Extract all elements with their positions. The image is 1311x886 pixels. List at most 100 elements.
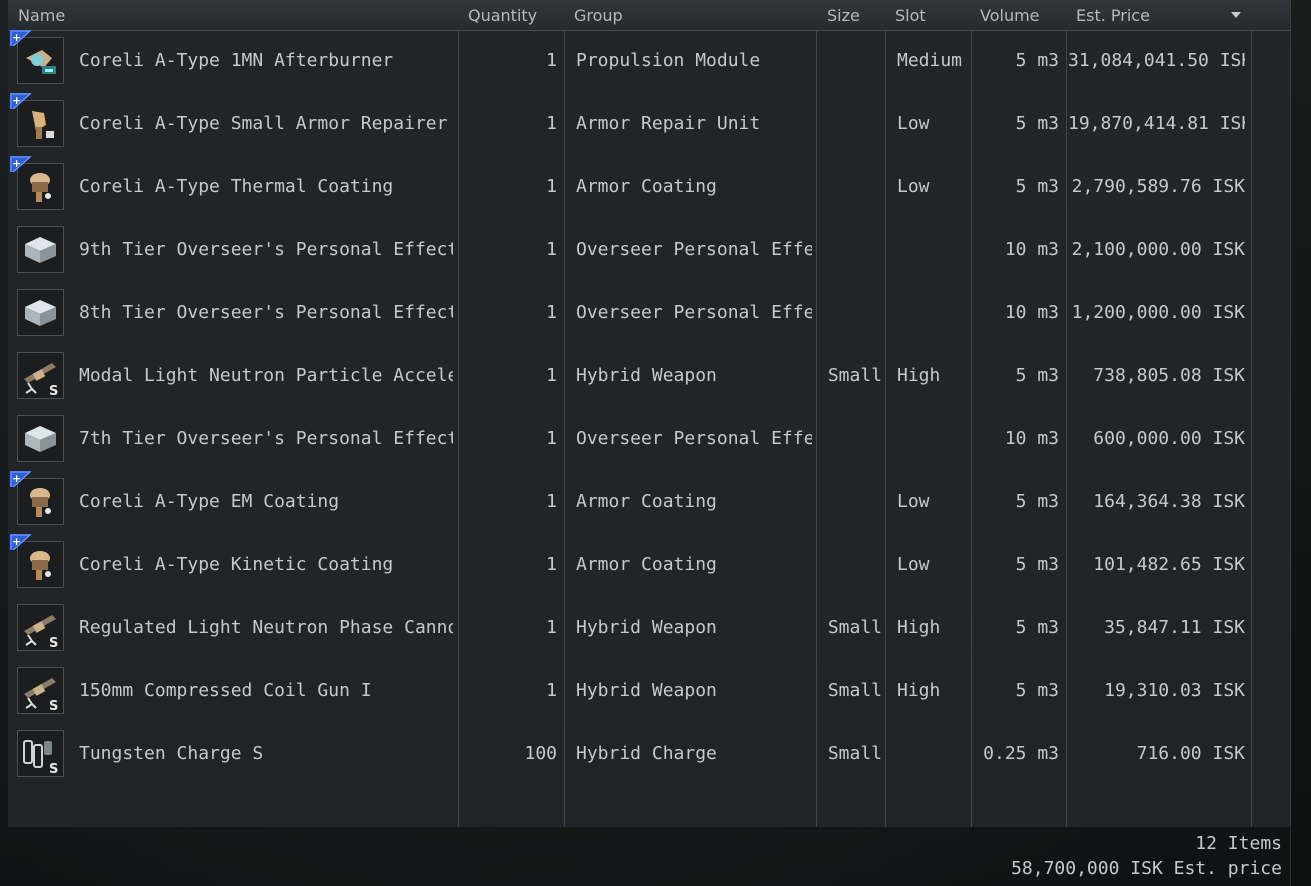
total-est-price: 58,700,000 ISK Est. price — [1011, 858, 1282, 879]
item-size — [820, 29, 882, 92]
item-group: Hybrid Weapon — [576, 680, 717, 701]
item-slot: High — [897, 365, 941, 386]
item-slot: High — [897, 617, 941, 638]
table-row[interactable]: 7th Tier Overseer's Personal Effects 1 Ove… — [8, 407, 1290, 470]
item-name: Coreli A-Type Kinetic Coating — [79, 554, 394, 575]
item-quantity: 1 — [546, 50, 557, 71]
item-volume: 10 m3 — [1004, 239, 1059, 260]
item-slot — [897, 218, 969, 281]
item-volume: 5 m3 — [1015, 50, 1059, 71]
item-name: 9th Tier Overseer's Personal Effects — [79, 239, 453, 260]
column-header-group[interactable]: Group — [574, 0, 623, 30]
item-group: Armor Coating — [576, 491, 717, 512]
item-name: Coreli A-Type EM Coating — [79, 491, 340, 512]
item-group: Armor Coating — [576, 554, 717, 575]
item-group: Armor Coating — [576, 176, 717, 197]
personal-effects-box-icon — [17, 226, 64, 273]
table-header: Name Quantity Group Size Slot Volume Est… — [8, 0, 1290, 31]
svg-text:S: S — [49, 384, 58, 398]
item-volume: 10 m3 — [1004, 428, 1059, 449]
item-group: Armor Repair Unit — [576, 113, 761, 134]
table-row[interactable]: + Coreli A-Type Small Armor Repairer 1 Armo… — [8, 92, 1290, 155]
svg-text:S: S — [49, 699, 58, 713]
svg-text:+: + — [12, 472, 21, 485]
item-slot: Medium — [897, 50, 963, 71]
item-volume: 5 m3 — [1015, 680, 1059, 701]
column-header-quantity[interactable]: Quantity — [468, 0, 537, 30]
item-est-price: 738,805.08 ISK — [1093, 365, 1245, 386]
table-row[interactable]: + Coreli A-Type EM Coating 1 Armor Coating L… — [8, 470, 1290, 533]
item-quantity: 1 — [546, 491, 557, 512]
item-size — [820, 470, 882, 533]
item-volume: 5 m3 — [1015, 365, 1059, 386]
item-size — [820, 533, 882, 596]
meta-level-badge-icon: + — [10, 93, 34, 113]
item-est-price: 35,847.11 ISK — [1104, 617, 1245, 638]
item-group: Hybrid Weapon — [576, 617, 717, 638]
column-header-name[interactable]: Name — [18, 0, 65, 30]
item-name: Coreli A-Type 1MN Afterburner — [79, 50, 394, 71]
table-row[interactable]: S Modal Light Neutron Particle Accelerato… — [8, 344, 1290, 407]
table-row[interactable]: S Tungsten Charge S 100 Hybrid Charge Small 0… — [8, 722, 1290, 785]
item-list-table: Name Quantity Group Size Slot Volume Est… — [8, 0, 1291, 827]
item-quantity: 1 — [546, 113, 557, 134]
item-volume: 5 m3 — [1015, 113, 1059, 134]
table-row[interactable]: 8th Tier Overseer's Personal Effects 1 Ove… — [8, 281, 1290, 344]
item-size: Small — [827, 365, 882, 386]
column-header-size[interactable]: Size — [827, 0, 860, 30]
svg-text:+: + — [12, 535, 21, 548]
table-row[interactable]: S 150mm Compressed Coil Gun I 1 Hybrid Weap… — [8, 659, 1290, 722]
hybrid-charge-icon: S — [17, 730, 64, 777]
item-est-price: 19,310.03 ISK — [1104, 680, 1245, 701]
item-est-price: 19,870,414.81 ISK — [1068, 113, 1245, 134]
item-quantity: 100 — [524, 743, 557, 764]
column-header-slot[interactable]: Slot — [895, 0, 926, 30]
item-est-price: 2,100,000.00 ISK — [1071, 239, 1245, 260]
table-row[interactable]: + Coreli A-Type Thermal Coating 1 Armor Coa… — [8, 155, 1290, 218]
item-name: Regulated Light Neutron Phase Cannon I — [79, 617, 453, 638]
item-quantity: 1 — [546, 176, 557, 197]
svg-text:+: + — [12, 157, 21, 170]
item-slot: High — [897, 680, 941, 701]
item-group: Overseer Personal Effects — [576, 239, 812, 260]
item-slot: Low — [897, 113, 930, 134]
item-est-price: 101,482.65 ISK — [1093, 554, 1245, 575]
meta-level-badge-icon: + — [10, 30, 34, 50]
item-name: 7th Tier Overseer's Personal Effects — [79, 428, 453, 449]
item-slot — [897, 407, 969, 470]
inventory-window: Name Quantity Group Size Slot Volume Est… — [0, 0, 1311, 886]
item-size — [820, 92, 882, 155]
table-row[interactable]: + Coreli A-Type Kinetic Coating 1 Armor Coa… — [8, 533, 1290, 596]
column-header-est-price[interactable]: Est. Price — [1076, 0, 1150, 30]
item-size — [820, 218, 882, 281]
item-group: Hybrid Weapon — [576, 365, 717, 386]
table-row[interactable]: 9th Tier Overseer's Personal Effects 1 Ove… — [8, 218, 1290, 281]
item-size — [820, 155, 882, 218]
item-quantity: 1 — [546, 365, 557, 386]
item-volume: 5 m3 — [1015, 491, 1059, 512]
table-row[interactable]: S Regulated Light Neutron Phase Cannon I 1… — [8, 596, 1290, 659]
item-est-price: 2,790,589.76 ISK — [1071, 176, 1245, 197]
column-header-volume[interactable]: Volume — [980, 0, 1040, 30]
item-slot: Low — [897, 554, 930, 575]
item-name: 150mm Compressed Coil Gun I — [79, 680, 372, 701]
meta-level-badge-icon: + — [10, 156, 34, 176]
item-name: Tungsten Charge S — [79, 743, 264, 764]
item-est-price: 31,084,041.50 ISK — [1068, 50, 1245, 71]
item-slot: Low — [897, 491, 930, 512]
meta-level-badge-icon: + — [10, 534, 34, 554]
item-volume: 0.25 m3 — [983, 743, 1059, 764]
item-name: Coreli A-Type Small Armor Repairer — [79, 113, 448, 134]
item-size — [820, 281, 882, 344]
item-group: Overseer Personal Effects — [576, 302, 812, 323]
item-size: Small — [827, 680, 882, 701]
item-slot — [897, 281, 969, 344]
item-group: Overseer Personal Effects — [576, 428, 812, 449]
sort-descending-icon[interactable] — [1231, 12, 1241, 18]
item-quantity: 1 — [546, 428, 557, 449]
table-row[interactable]: + Coreli A-Type 1MN Afterburner 1 Propulsio… — [8, 29, 1290, 92]
hybrid-turret-icon: S — [17, 352, 64, 399]
item-size — [820, 407, 882, 470]
hybrid-turret-icon: S — [17, 604, 64, 651]
item-volume: 5 m3 — [1015, 617, 1059, 638]
